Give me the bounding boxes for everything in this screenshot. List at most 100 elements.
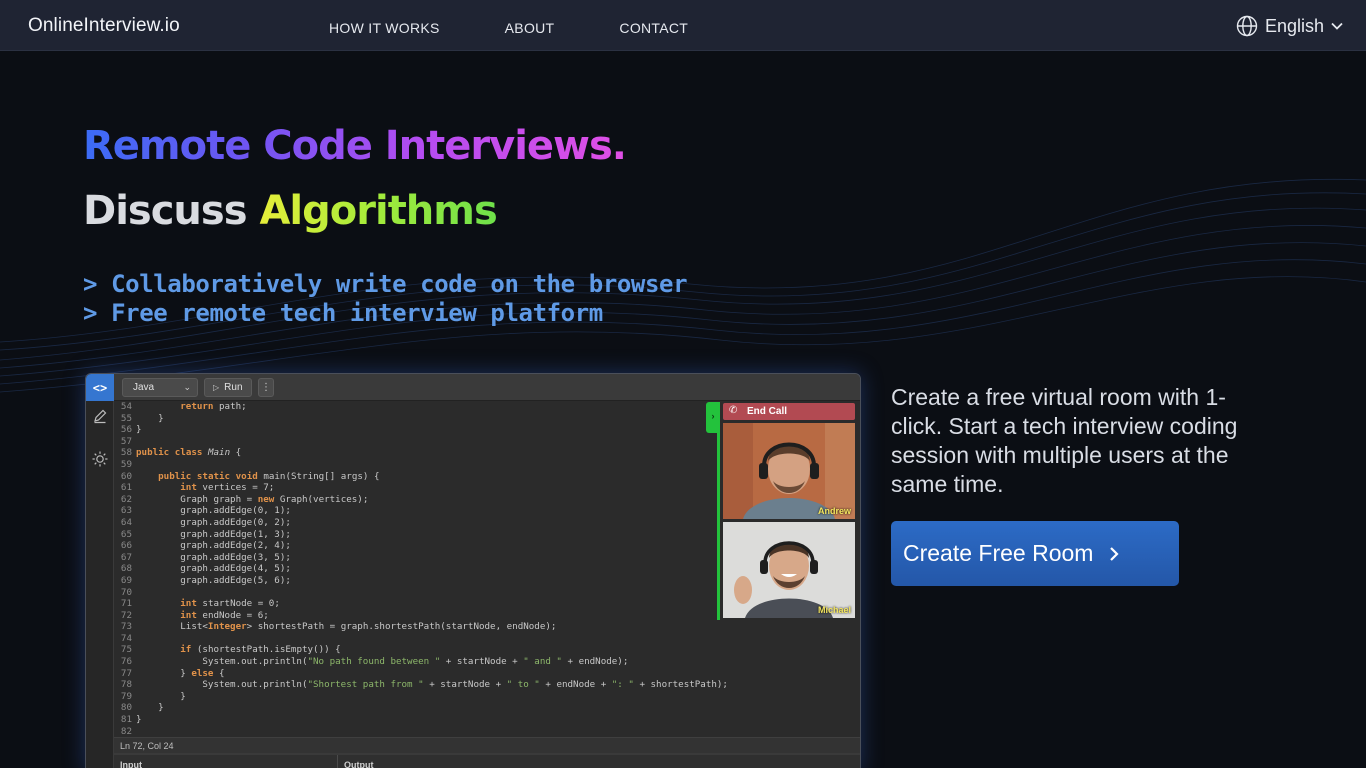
io-panels: Input Output (114, 753, 860, 768)
language-dropdown[interactable]: Java ⌄ (122, 378, 198, 397)
sun-icon[interactable] (91, 450, 109, 468)
line-number: 57 (120, 435, 132, 447)
participant-name-1: Andrew (817, 506, 851, 516)
line-number: 79 (120, 690, 132, 702)
video-panel-border (717, 433, 720, 620)
globe-icon (1236, 15, 1258, 37)
video-panel-toggle[interactable]: › (706, 402, 720, 433)
line-number: 81 (120, 714, 132, 726)
code-line: 82 (114, 725, 860, 738)
language-selector[interactable]: English (1236, 15, 1344, 37)
nav-how-it-works[interactable]: HOW IT WORKS (329, 20, 440, 36)
code-text: int endNode = 6; (180, 609, 269, 621)
line-number: 60 (120, 470, 132, 482)
line-number: 59 (120, 458, 132, 470)
code-line: 79 } (114, 690, 860, 703)
code-line: 78 System.out.println("Shortest path fro… (114, 679, 860, 691)
line-number: 77 (120, 667, 132, 679)
line-number: 62 (120, 493, 132, 505)
run-label: Run (224, 382, 243, 393)
nav-contact[interactable]: CONTACT (619, 20, 688, 36)
end-call-label: End Call (747, 406, 788, 417)
participant-video-1: Andrew (723, 423, 855, 519)
line-number: 56 (120, 424, 132, 436)
line-number: 69 (120, 574, 132, 586)
code-text: } (136, 714, 142, 726)
line-number: 73 (120, 621, 132, 633)
code-line: 73 List<Integer> shortestPath = graph.sh… (114, 621, 860, 633)
pencil-icon[interactable] (91, 407, 109, 425)
output-panel-label[interactable]: Output (338, 755, 638, 768)
code-text: int startNode = 0; (180, 598, 280, 610)
code-icon[interactable]: <> (86, 374, 114, 401)
code-line: 81} (114, 714, 860, 726)
code-text: graph.addEdge(4, 5); (136, 563, 291, 575)
line-number: 82 (120, 725, 132, 737)
tagline-1: > Collaboratively write code on the brow… (83, 270, 688, 298)
code-line: 80 } (114, 702, 860, 714)
code-text: } (136, 690, 186, 702)
line-number: 63 (120, 505, 132, 517)
language-label: English (1264, 15, 1324, 36)
code-line: 74 (114, 632, 860, 645)
pitch-text: Create a free virtual room with 1-click.… (891, 384, 1238, 497)
nav-about[interactable]: ABOUT (505, 20, 555, 36)
code-text: } (136, 412, 164, 424)
code-text: if (shortestPath.isEmpty()) { (180, 644, 341, 656)
end-call-button[interactable]: ✆ End Call (723, 403, 855, 420)
create-free-room-button[interactable]: Create Free Room (891, 521, 1179, 586)
line-number: 58 (120, 447, 132, 459)
play-icon: ▷ (213, 383, 220, 392)
code-text: return path; (180, 401, 247, 412)
tagline-2: > Free remote tech interview platform (83, 299, 603, 327)
phone-slash-icon: ✆ (729, 405, 738, 416)
line-number: 68 (120, 563, 132, 575)
line-number: 67 (120, 551, 132, 563)
brand-logo[interactable]: OnlineInterview.io (28, 15, 180, 37)
code-text: graph.addEdge(0, 1); (136, 505, 291, 517)
code-text: List<Integer> shortestPath = graph.short… (136, 621, 557, 633)
line-number: 66 (120, 540, 132, 552)
editor-status-bar: Ln 72, Col 24 (114, 737, 860, 753)
subheadline-prefix: Discuss (83, 188, 248, 234)
code-text: System.out.println("No path found betwee… (136, 656, 629, 668)
code-text: graph.addEdge(5, 6); (136, 574, 291, 586)
code-text: public class Main { (136, 447, 242, 459)
code-line: 76 System.out.println("No path found bet… (114, 656, 860, 668)
headline: Remote Code Interviews. (83, 123, 627, 169)
run-button[interactable]: ▷ Run (204, 378, 252, 397)
chevron-right-icon (1107, 545, 1121, 563)
chevron-down-icon (1331, 22, 1343, 30)
line-number: 54 (120, 401, 132, 412)
code-line: 77 } else { (114, 667, 860, 680)
code-text: } (136, 424, 142, 436)
create-free-room-label: Create Free Room (903, 540, 1094, 566)
line-number: 70 (120, 586, 132, 598)
line-number: 65 (120, 528, 132, 540)
line-number: 80 (120, 702, 132, 714)
code-line: 75 if (shortestPath.isEmpty()) { (114, 644, 860, 656)
more-options-button[interactable]: ⋮ (258, 378, 274, 397)
code-text: graph.addEdge(2, 4); (136, 540, 291, 552)
participant-name-2: Michael (817, 605, 851, 615)
nav-links: HOW IT WORKS ABOUT CONTACT (329, 20, 753, 36)
language-dropdown-value: Java (133, 382, 155, 393)
editor-side-rail: <> (86, 374, 114, 768)
line-number: 74 (120, 632, 132, 644)
code-text: int vertices = 7; (180, 482, 275, 494)
code-text: Graph graph = new Graph(vertices); (136, 493, 369, 505)
subheadline: Discuss Algorithms (83, 188, 498, 234)
code-text: graph.addEdge(1, 3); (136, 528, 291, 540)
code-editor-preview: <> Java ⌄ ▷ Run ⋮ 54 return path; 55} 5… (85, 373, 861, 768)
line-number: 61 (120, 482, 132, 494)
line-number: 76 (120, 656, 132, 668)
participant-avatar-2 (723, 522, 855, 618)
code-text: graph.addEdge(3, 5); (136, 551, 291, 563)
line-number: 64 (120, 516, 132, 528)
input-panel-label[interactable]: Input (114, 755, 338, 768)
code-text: } else { (136, 667, 225, 679)
code-text: } (136, 702, 164, 714)
top-navbar: OnlineInterview.io HOW IT WORKS ABOUT CO… (0, 0, 1366, 51)
code-text: System.out.println("Shortest path from "… (136, 679, 728, 691)
line-number: 71 (120, 598, 132, 610)
